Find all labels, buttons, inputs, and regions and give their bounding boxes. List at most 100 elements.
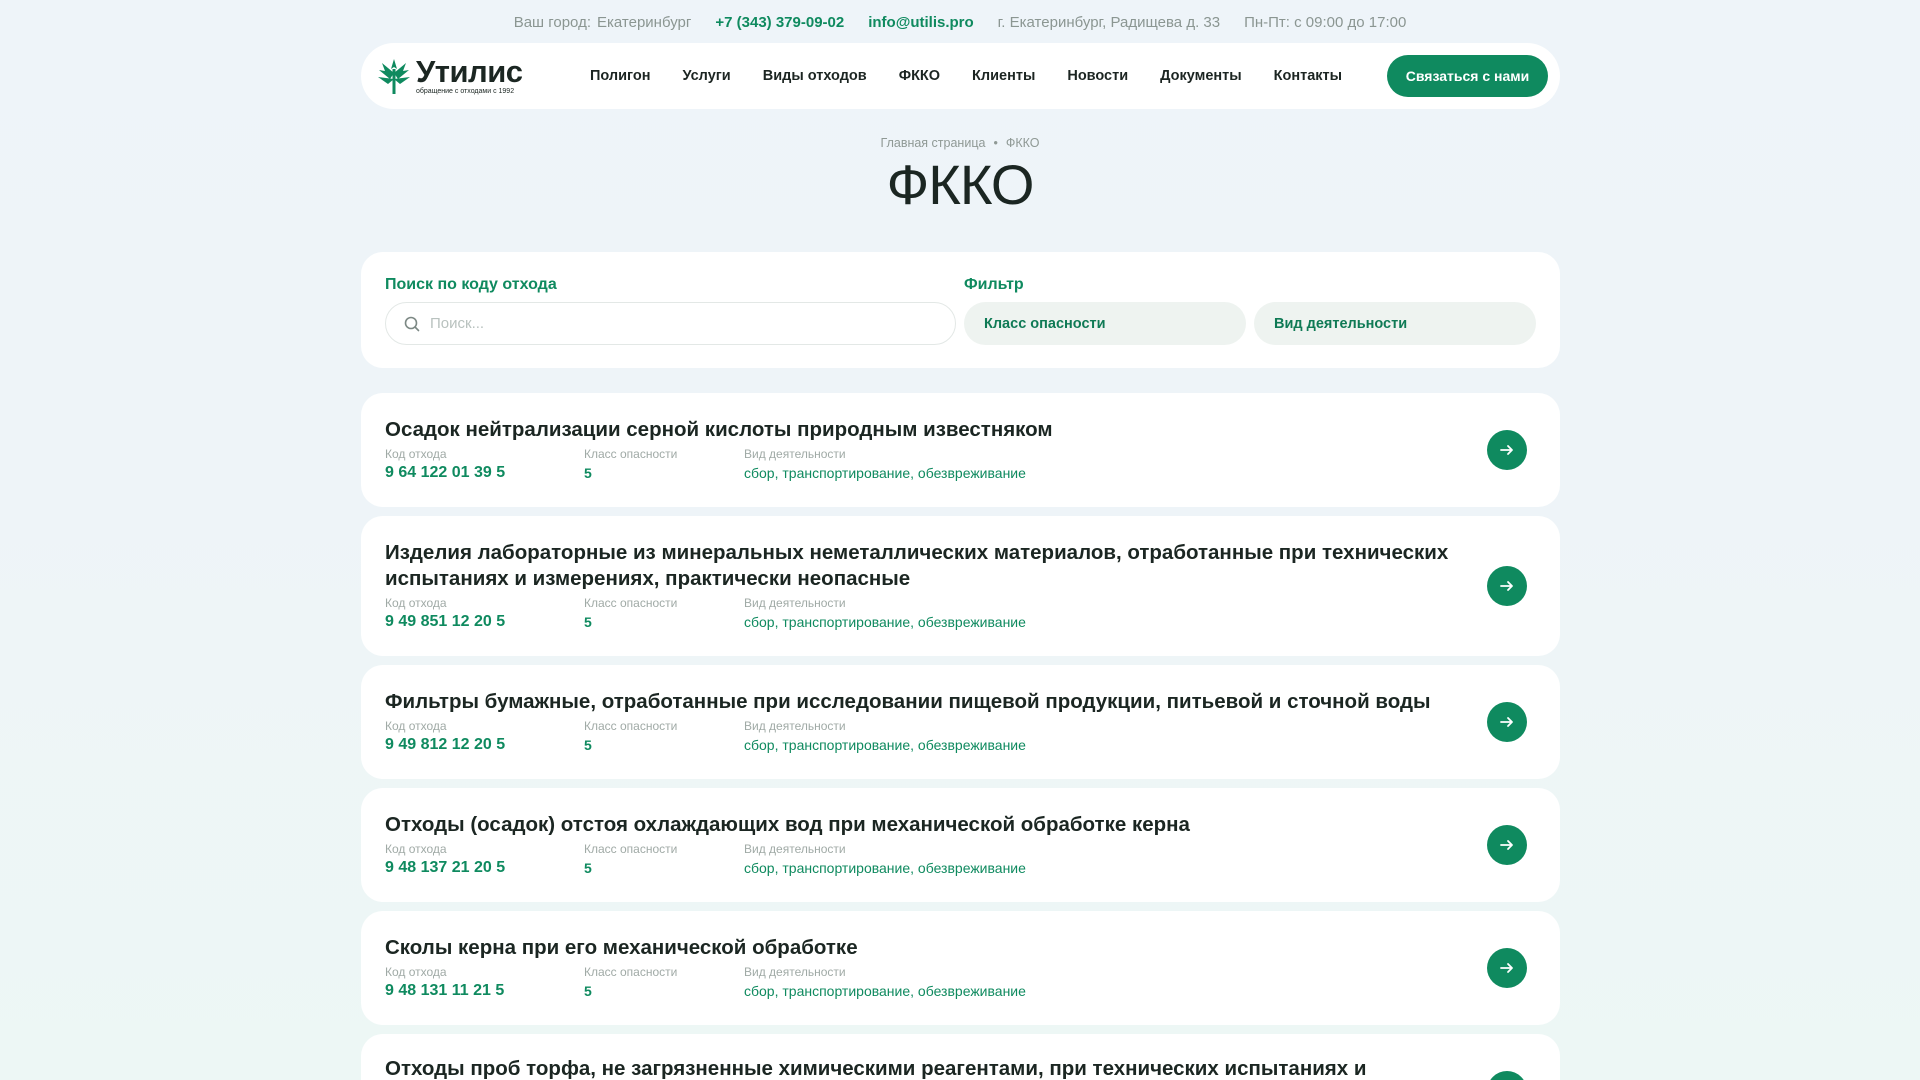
code-label: Код отхода <box>385 596 447 610</box>
hazard-class-block: Класс опасности 5 <box>584 447 677 481</box>
nav-item-contacts[interactable]: Контакты <box>1274 68 1342 84</box>
logo[interactable]: Утилис обращение с отходами с 1992 <box>376 54 536 95</box>
waste-title[interactable]: Сколы керна при его механической обработ… <box>385 935 1455 961</box>
activity-label: Вид деятельности <box>744 965 846 979</box>
nav-item-services[interactable]: Услуги <box>683 68 731 84</box>
hazard-class: 5 <box>584 737 592 753</box>
code-label: Код отхода <box>385 842 447 856</box>
activity-block: Вид деятельности сбор, транспортирование… <box>744 719 1026 753</box>
waste-code: 9 49 812 12 20 5 <box>385 736 506 753</box>
class-label: Класс опасности <box>584 447 678 461</box>
open-item-button[interactable] <box>1487 948 1527 988</box>
hazard-class-block: Класс опасности 5 <box>584 965 677 999</box>
class-label: Класс опасности <box>584 719 678 733</box>
waste-title[interactable]: Осадок нейтрализации серной кислоты прир… <box>385 417 1455 443</box>
contact-us-button[interactable]: Связаться с нами <box>1387 55 1548 97</box>
class-label: Класс опасности <box>584 842 678 856</box>
hazard-class-block: Класс опасности 5 <box>584 596 677 630</box>
arrow-right-icon <box>1500 963 1513 973</box>
activity-block: Вид деятельности сбор, транспортирование… <box>744 842 1026 876</box>
waste-title[interactable]: Отходы проб торфа, не загрязненные химич… <box>385 1056 1455 1080</box>
breadcrumb-separator: • <box>993 136 998 150</box>
waste-code-block: Код отхода 9 48 131 11 21 5 <box>385 965 504 1000</box>
nav-item-clients[interactable]: Клиенты <box>972 68 1035 84</box>
hazard-class-filter[interactable]: Класс опасности <box>964 302 1246 345</box>
waste-code-block: Код отхода 9 64 122 01 39 5 <box>385 447 505 482</box>
activity-type: сбор, транспортирование, обезвреживание <box>744 614 1026 630</box>
open-item-button[interactable] <box>1487 430 1527 470</box>
arrow-right-icon <box>1500 581 1513 591</box>
waste-title[interactable]: Изделия лабораторные из минеральных неме… <box>385 540 1455 592</box>
city-selector[interactable]: Ваш город: Екатеринбург <box>514 14 692 31</box>
activity-type: сбор, транспортирование, обезвреживание <box>744 465 1026 481</box>
activity-type: сбор, транспортирование, обезвреживание <box>744 860 1026 876</box>
main-header: Утилис обращение с отходами с 1992 Полиг… <box>361 43 1560 109</box>
open-item-button[interactable] <box>1487 702 1527 742</box>
waste-code: 9 48 137 21 20 5 <box>385 859 506 876</box>
hazard-class-block: Класс опасности 5 <box>584 719 677 753</box>
filter-label: Фильтр <box>964 276 1024 293</box>
class-label: Класс опасности <box>584 596 678 610</box>
hazard-class: 5 <box>584 860 592 876</box>
main-nav: Полигон Услуги Виды отходов ФККО Клиенты… <box>590 68 1387 84</box>
activity-block: Вид деятельности сбор, транспортирование… <box>744 596 1026 630</box>
breadcrumb-home[interactable]: Главная страница <box>881 136 986 150</box>
logo-tagline: обращение с отходами с 1992 <box>416 88 515 95</box>
activity-type: сбор, транспортирование, обезвреживание <box>744 983 1026 999</box>
hazard-class: 5 <box>584 465 592 481</box>
hours-text: Пн-Пт: с 09:00 до 17:00 <box>1244 13 1407 31</box>
list-item[interactable]: Осадок нейтрализации серной кислоты прир… <box>361 393 1560 507</box>
nav-item-documents[interactable]: Документы <box>1160 68 1242 84</box>
hazard-class: 5 <box>584 614 592 630</box>
email-link[interactable]: info@utilis.pro <box>868 14 973 31</box>
search-input[interactable] <box>430 315 910 332</box>
city-value: Екатеринбург <box>597 13 692 31</box>
waste-code: 9 49 851 12 20 5 <box>385 613 506 630</box>
waste-code: 9 48 131 11 21 5 <box>385 982 505 999</box>
address-text: г. Екатеринбург, Радищева д. 33 <box>997 13 1221 31</box>
page-title: ФККО <box>886 153 1035 216</box>
nav-item-poligon[interactable]: Полигон <box>590 68 651 84</box>
open-item-button[interactable] <box>1487 566 1527 606</box>
arrow-right-icon <box>1500 840 1513 850</box>
search-label: Поиск по коду отхода <box>385 276 557 293</box>
list-item[interactable]: Отходы проб торфа, не загрязненные химич… <box>361 1034 1560 1080</box>
logo-name: Утилис <box>416 54 523 89</box>
waste-title[interactable]: Фильтры бумажные, отработанные при иссле… <box>385 689 1455 715</box>
nav-item-news[interactable]: Новости <box>1067 68 1128 84</box>
phone-link[interactable]: +7 (343) 379-09-02 <box>715 14 844 31</box>
city-label: Ваш город: <box>513 13 591 31</box>
code-label: Код отхода <box>385 719 447 733</box>
search-filter-panel: Поиск по коду отхода Фильтр Класс опасно… <box>361 252 1560 368</box>
top-info-bar: Ваш город: Екатеринбург +7 (343) 379-09-0… <box>0 12 1920 32</box>
activity-type: сбор, транспортирование, обезвреживание <box>744 737 1026 753</box>
waste-code-block: Код отхода 9 49 812 12 20 5 <box>385 719 505 754</box>
activity-block: Вид деятельности сбор, транспортирование… <box>744 965 1026 999</box>
activity-label: Вид деятельности <box>744 447 846 461</box>
code-label: Код отхода <box>385 965 447 979</box>
activity-label: Вид деятельности <box>744 596 846 610</box>
activity-block: Вид деятельности сбор, транспортирование… <box>744 447 1026 481</box>
list-item[interactable]: Фильтры бумажные, отработанные при иссле… <box>361 665 1560 779</box>
code-label: Код отхода <box>385 447 447 461</box>
hazard-class-block: Класс опасности 5 <box>584 842 677 876</box>
open-item-button[interactable] <box>1487 825 1527 865</box>
activity-label: Вид деятельности <box>744 842 846 856</box>
nav-item-fkko[interactable]: ФККО <box>899 68 940 84</box>
list-item[interactable]: Отходы (осадок) отстоя охлаждающих вод п… <box>361 788 1560 902</box>
nav-item-waste-types[interactable]: Виды отходов <box>763 68 867 84</box>
waste-code: 9 64 122 01 39 5 <box>385 464 506 481</box>
search-icon <box>404 316 420 331</box>
search-box[interactable] <box>385 302 956 345</box>
open-item-button[interactable] <box>1487 1071 1527 1080</box>
list-item[interactable]: Сколы керна при его механической обработ… <box>361 911 1560 1025</box>
breadcrumb-current: ФККО <box>1005 136 1040 150</box>
breadcrumb: Главная страница • ФККО <box>0 136 1920 150</box>
leaf-logo-icon <box>378 59 410 94</box>
arrow-right-icon <box>1500 445 1513 455</box>
list-item[interactable]: Изделия лабораторные из минеральных неме… <box>361 516 1560 656</box>
class-label: Класс опасности <box>584 965 678 979</box>
activity-type-filter[interactable]: Вид деятельности <box>1254 302 1536 345</box>
hazard-class: 5 <box>584 983 592 999</box>
waste-title[interactable]: Отходы (осадок) отстоя охлаждающих вод п… <box>385 812 1455 838</box>
